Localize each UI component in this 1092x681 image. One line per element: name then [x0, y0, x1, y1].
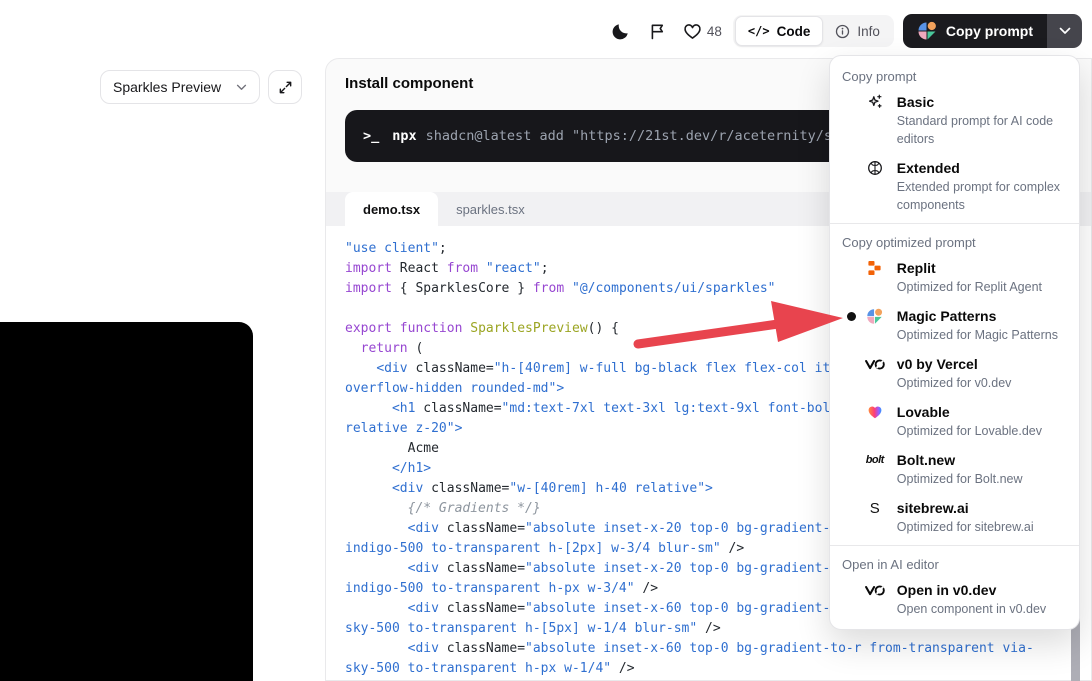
menu-item-description: Optimized for Magic Patterns	[897, 326, 1071, 344]
heart-icon	[683, 23, 702, 40]
moon-icon	[611, 22, 630, 41]
menu-item-open-in-v0-dev[interactable]: Open in v0.devOpen component in v0.dev	[830, 575, 1079, 623]
menu-item-description: Extended prompt for complex components	[897, 178, 1071, 214]
sitebrew-logo: S	[864, 498, 886, 518]
tab-info[interactable]: Info	[823, 17, 892, 45]
menu-item-gutter	[842, 354, 864, 374]
v0-logo	[864, 580, 886, 600]
tab-code[interactable]: </> Code	[735, 16, 823, 46]
install-command: npxshadcn@latest add "https://21st.dev/r…	[392, 128, 897, 144]
magic-patterns-logo	[864, 306, 886, 326]
menu-item-description: Open component in v0.dev	[897, 600, 1071, 618]
menu-divider	[830, 223, 1079, 224]
menu-item-description: Optimized for sitebrew.ai	[897, 518, 1071, 536]
menu-item-bolt-new[interactable]: bolt Bolt.newOptimized for Bolt.new	[830, 445, 1079, 493]
flag-button[interactable]	[644, 17, 672, 45]
sparkles-icon	[864, 92, 886, 112]
menu-item-title: v0 by Vercel	[897, 354, 1071, 374]
menu-item-lovable[interactable]: LovableOptimized for Lovable.dev	[830, 397, 1079, 445]
replit-logo	[864, 258, 886, 278]
menu-item-gutter	[842, 158, 864, 178]
menu-item-sitebrew-ai[interactable]: Ssitebrew.aiOptimized for sitebrew.ai	[830, 493, 1079, 541]
menu-item-description: Optimized for Replit Agent	[897, 278, 1071, 296]
menu-section-label: Copy optimized prompt	[830, 228, 1079, 253]
selected-dot-icon	[847, 312, 856, 321]
menu-divider	[830, 545, 1079, 546]
menu-item-v0-by-vercel[interactable]: v0 by VercelOptimized for v0.dev	[830, 349, 1079, 397]
menu-item-extended[interactable]: ExtendedExtended prompt for complex comp…	[830, 153, 1079, 219]
topbar-actions: 48 </> Code Info Copy prompt	[607, 14, 1082, 48]
install-title: Install component	[345, 75, 473, 92]
menu-item-gutter	[842, 402, 864, 422]
menu-item-description: Optimized for v0.dev	[897, 374, 1071, 392]
like-count: 48	[707, 24, 722, 39]
menu-item-gutter	[842, 498, 864, 518]
menu-item-gutter	[842, 580, 864, 600]
menu-item-title: Open in v0.dev	[897, 580, 1071, 600]
like-button[interactable]: 48	[681, 23, 724, 40]
menu-section-label: Copy prompt	[830, 62, 1079, 87]
menu-item-replit[interactable]: ReplitOptimized for Replit Agent	[830, 253, 1079, 301]
code-line: <div className="absolute inset-x-60 top-…	[345, 639, 1091, 659]
tab-sparkles-tsx[interactable]: sparkles.tsx	[438, 192, 543, 226]
menu-item-title: Magic Patterns	[897, 306, 1071, 326]
menu-item-gutter	[842, 258, 864, 278]
view-switcher: </> Code Info	[733, 15, 894, 47]
menu-item-title: Bolt.new	[897, 450, 1071, 470]
flag-icon	[649, 23, 666, 40]
menu-item-title: Basic	[897, 92, 1071, 112]
info-icon	[835, 24, 850, 39]
component-selector-label: Sparkles Preview	[113, 79, 221, 95]
menu-item-magic-patterns[interactable]: Magic PatternsOptimized for Magic Patter…	[830, 301, 1079, 349]
menu-item-title: Lovable	[897, 402, 1071, 422]
menu-item-gutter	[842, 306, 864, 326]
v0-logo	[864, 354, 886, 374]
chevron-down-icon	[1059, 27, 1071, 35]
menu-item-title: sitebrew.ai	[897, 498, 1071, 518]
menu-item-description: Standard prompt for AI code editors	[897, 112, 1071, 148]
copy-prompt-menu: Copy promptBasicStandard prompt for AI c…	[829, 55, 1080, 630]
terminal-prompt-icon: >_	[363, 128, 379, 144]
menu-item-title: Extended	[897, 158, 1071, 178]
fullscreen-button[interactable]	[268, 70, 302, 104]
copy-prompt-split-button: Copy prompt	[903, 14, 1082, 48]
copy-prompt-dropdown-toggle[interactable]	[1047, 14, 1082, 48]
menu-item-title: Replit	[897, 258, 1071, 278]
code-brackets-icon: </>	[748, 24, 770, 38]
tab-demo-tsx[interactable]: demo.tsx	[345, 192, 438, 226]
theme-toggle-button[interactable]	[607, 17, 635, 45]
expand-icon	[278, 80, 293, 95]
copy-prompt-button[interactable]: Copy prompt	[903, 14, 1047, 48]
menu-item-basic[interactable]: BasicStandard prompt for AI code editors	[830, 87, 1079, 153]
bolt-logo: bolt	[864, 450, 886, 470]
menu-item-description: Optimized for Lovable.dev	[897, 422, 1071, 440]
component-preview	[0, 322, 253, 681]
menu-item-gutter	[842, 92, 864, 112]
menu-item-description: Optimized for Bolt.new	[897, 470, 1071, 488]
chevron-down-icon	[236, 84, 247, 91]
lovable-logo	[864, 402, 886, 422]
menu-item-gutter	[842, 450, 864, 470]
magic-patterns-logo	[917, 21, 937, 41]
brain-icon	[864, 158, 886, 178]
component-selector[interactable]: Sparkles Preview	[100, 70, 260, 104]
code-line: sky-500 to-transparent h-px w-1/4" />	[345, 659, 1091, 679]
menu-section-label: Open in AI editor	[830, 550, 1079, 575]
